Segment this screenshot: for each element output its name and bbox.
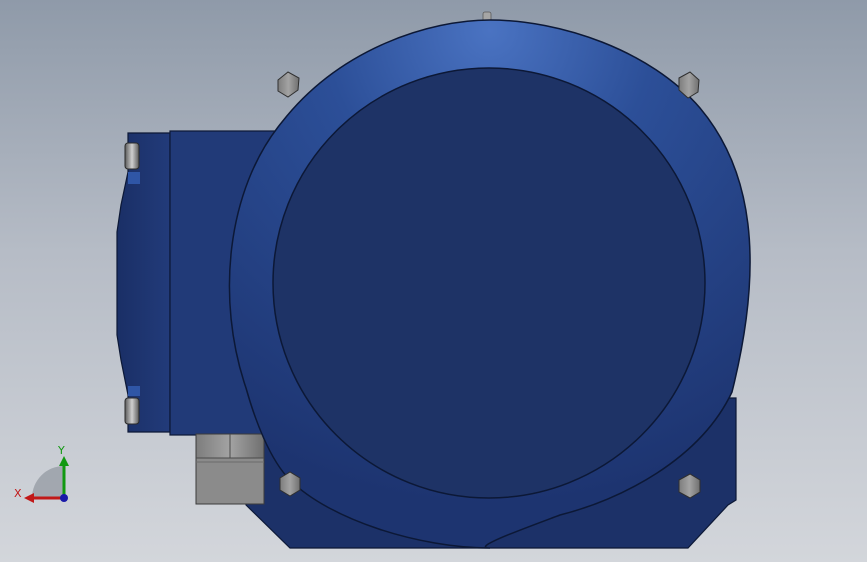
cad-viewport[interactable]: Y X	[0, 0, 867, 562]
z-axis-icon	[60, 494, 68, 502]
y-arrow-icon	[59, 456, 69, 466]
orientation-triad[interactable]: Y X	[12, 440, 92, 520]
triad-y-label: Y	[57, 444, 65, 457]
triad-x-label: X	[14, 487, 22, 500]
model-render[interactable]	[0, 0, 867, 562]
front-cover[interactable]	[272, 67, 706, 499]
side-bolt-top	[124, 142, 140, 170]
triad-plane-icon	[32, 466, 64, 498]
x-arrow-icon	[24, 493, 34, 503]
flange-nut-top-left	[277, 71, 300, 98]
side-bolt-bottom	[124, 397, 140, 425]
cable-gland-fitting[interactable]	[195, 433, 265, 505]
